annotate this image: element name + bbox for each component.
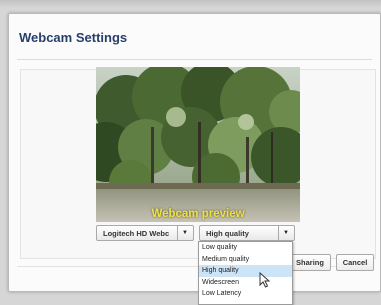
background-edge — [0, 0, 381, 8]
camera-select-value: Logitech HD Webc — [103, 229, 170, 238]
chevron-down-icon: ▼ — [182, 230, 188, 236]
dropdown-option[interactable]: Low Latency — [199, 288, 292, 300]
dropdown-option-highlighted[interactable]: High quality — [199, 265, 292, 277]
cancel-button[interactable]: Cancel — [336, 254, 374, 271]
sharing-button[interactable]: Sharing — [289, 254, 331, 271]
webcam-preview-image — [96, 67, 300, 222]
mouse-pointer-icon — [259, 272, 271, 288]
webcam-settings-dialog: Webcam Settings Webcam preview Logitech … — [8, 13, 381, 292]
quality-select-value: High quality — [206, 229, 249, 238]
dropdown-option[interactable]: Low quality — [199, 242, 292, 254]
dropdown-option[interactable]: Medium quality — [199, 254, 292, 266]
preview-label: Webcam preview — [151, 208, 245, 220]
camera-select[interactable]: Logitech HD Webc ▼ — [96, 225, 194, 241]
webcam-preview: Webcam preview — [96, 67, 300, 222]
quality-select[interactable]: High quality ▼ — [199, 225, 295, 241]
chevron-down-icon: ▼ — [283, 230, 289, 236]
dialog-title: Webcam Settings — [19, 30, 128, 45]
dropdown-option[interactable]: Widescreen — [199, 277, 292, 289]
quality-dropdown-list: Low quality Medium quality High quality … — [198, 241, 293, 305]
title-divider — [17, 59, 372, 60]
